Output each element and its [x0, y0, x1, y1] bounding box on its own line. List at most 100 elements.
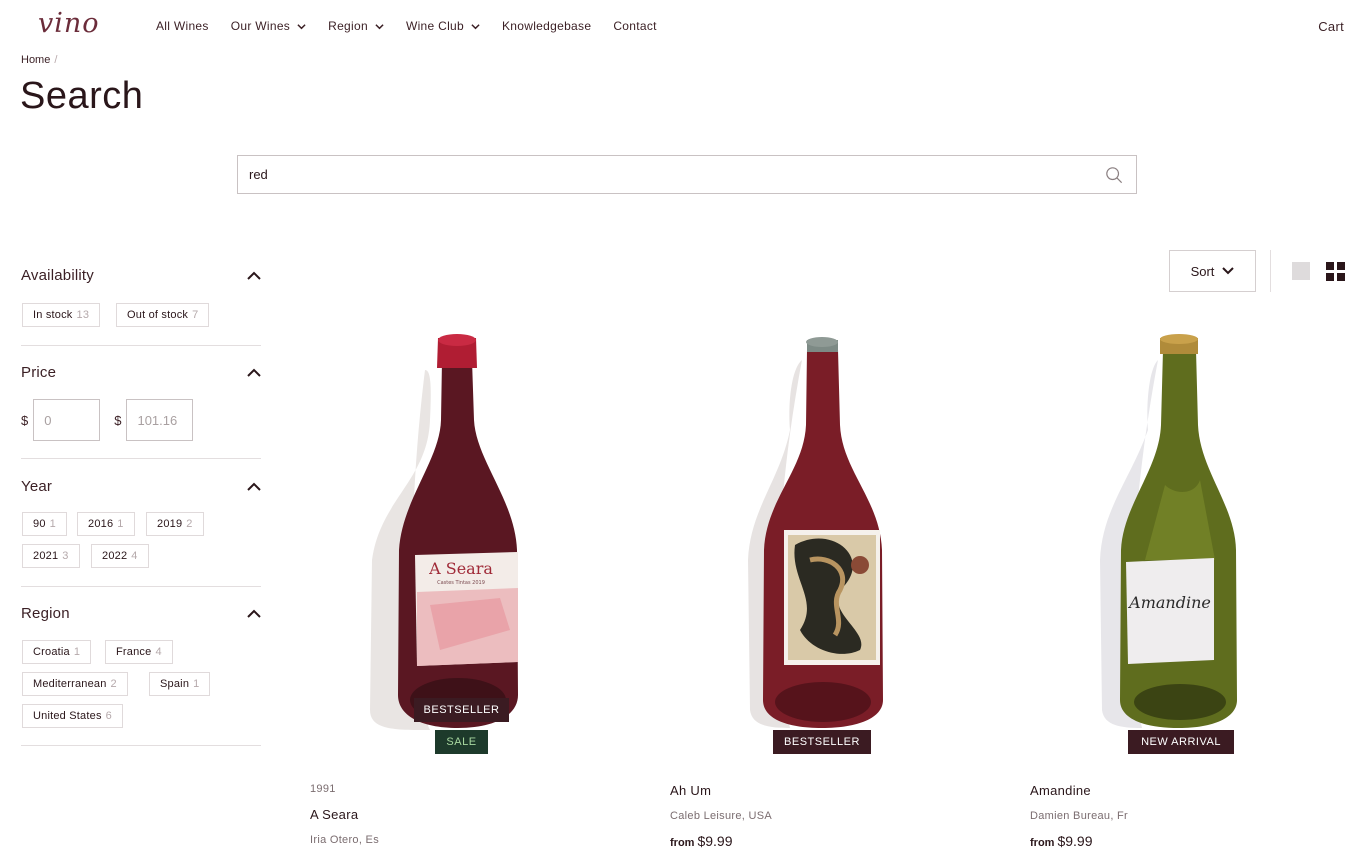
- grid-view-icon[interactable]: [1326, 262, 1345, 281]
- chip-label: 2022: [102, 550, 128, 562]
- search-input[interactable]: [238, 156, 1078, 193]
- filter-chip-out-of-stock[interactable]: Out of stock 7: [116, 303, 210, 327]
- nav-label: Contact: [613, 19, 657, 33]
- filter-chip-year[interactable]: 2016 1: [77, 512, 135, 536]
- filter-title: Year: [21, 478, 53, 495]
- product-image-ah-um[interactable]: [670, 330, 1000, 730]
- chip-label: In stock: [33, 309, 73, 321]
- filter-chip-region[interactable]: Mediterranean 2: [22, 672, 128, 696]
- chip-count: 1: [49, 518, 56, 530]
- chip-count: 1: [117, 518, 124, 530]
- chevron-down-icon: [471, 23, 480, 29]
- chevron-down-icon: [375, 23, 384, 29]
- chip-count: 6: [105, 710, 112, 722]
- chevron-up-icon[interactable]: [247, 482, 261, 491]
- chip-label: 2019: [157, 518, 183, 530]
- price-min-input[interactable]: [33, 399, 101, 441]
- product-price: from $9.99: [670, 833, 733, 849]
- chip-label: 2016: [88, 518, 114, 530]
- badge-bestseller: BESTSELLER: [414, 698, 509, 722]
- sort-button[interactable]: Sort: [1169, 250, 1256, 292]
- filter-chip-year[interactable]: 2021 3: [22, 544, 80, 568]
- sort-label: Sort: [1190, 263, 1215, 279]
- chip-count: 3: [62, 550, 69, 562]
- site-header: vino All Wines Our Wines Region Wine Clu…: [0, 0, 1363, 54]
- main-nav: All Wines Our Wines Region Wine Club Kno…: [156, 19, 679, 33]
- filter-chip-region[interactable]: France 4: [105, 640, 173, 664]
- product-image-a-seara[interactable]: A Seara Castes Tintas 2019: [310, 330, 640, 730]
- chip-count: 1: [73, 646, 81, 658]
- nav-label: Wine Club: [405, 19, 464, 33]
- price-max-input[interactable]: [126, 399, 194, 441]
- product-producer: Caleb Leisure, USA: [670, 810, 773, 822]
- price-value: $9.99: [697, 833, 733, 849]
- filter-chip-region[interactable]: United States 6: [22, 704, 123, 728]
- product-card[interactable]: A Seara Castes Tintas 2019 BESTSELLER SA…: [310, 330, 640, 858]
- chip-label: 2021: [33, 550, 59, 562]
- chip-label: France: [116, 646, 152, 658]
- product-producer: Iria Otero, Es: [310, 834, 379, 846]
- filter-chip-year[interactable]: 2022 4: [91, 544, 149, 568]
- chevron-down-icon: [297, 23, 306, 29]
- chip-label: Mediterranean: [33, 678, 107, 690]
- product-image-amandine[interactable]: Amandine: [1030, 330, 1360, 730]
- toolbar-divider: [1270, 250, 1271, 292]
- product-card[interactable]: BESTSELLER Ah Um Caleb Leisure, USA from…: [670, 330, 1000, 858]
- breadcrumb-separator: /: [54, 54, 58, 66]
- filter-chip-year[interactable]: 90 1: [22, 512, 67, 536]
- nav-item-our-wines[interactable]: Our Wines: [231, 19, 306, 33]
- product-name[interactable]: A Seara: [310, 807, 358, 822]
- chip-count: 4: [131, 550, 138, 562]
- chevron-up-icon[interactable]: [247, 271, 261, 280]
- nav-item-all-wines[interactable]: All Wines: [156, 19, 209, 33]
- price-value: $9.99: [1057, 833, 1093, 849]
- currency-symbol: $: [21, 412, 29, 428]
- filter-year: Year 90 1 2016 1 2019 2 2021 3 2022 4: [21, 459, 261, 587]
- site-logo[interactable]: vino: [38, 8, 100, 39]
- product-name[interactable]: Ah Um: [670, 783, 711, 798]
- chevron-up-icon[interactable]: [247, 368, 261, 377]
- nav-item-region[interactable]: Region: [328, 19, 384, 33]
- product-producer: Damien Bureau, Fr: [1030, 810, 1129, 822]
- search-icon[interactable]: [1105, 166, 1123, 184]
- product-card[interactable]: Amandine NEW ARRIVAL Amandine Damien Bur…: [1030, 330, 1360, 858]
- chip-count: 1: [193, 678, 200, 690]
- single-view-icon[interactable]: [1292, 262, 1310, 280]
- chevron-down-icon: [1222, 267, 1235, 275]
- breadcrumb-home[interactable]: Home: [21, 54, 50, 66]
- nav-item-contact[interactable]: Contact: [613, 19, 656, 33]
- page-title: Search: [20, 75, 144, 117]
- nav-item-wine-club[interactable]: Wine Club: [406, 19, 480, 33]
- price-range: $ $: [21, 399, 207, 441]
- badge-sale: SALE: [435, 730, 488, 754]
- filter-chip-region[interactable]: Croatia 1: [22, 640, 92, 664]
- nav-label: Our Wines: [230, 19, 291, 33]
- filter-header[interactable]: Region: [21, 605, 261, 622]
- nav-label: Region: [328, 19, 368, 33]
- chip-label: United States: [33, 710, 102, 722]
- nav-item-knowledgebase[interactable]: Knowledgebase: [502, 19, 591, 33]
- search-box: [237, 155, 1137, 194]
- filter-title: Region: [21, 605, 70, 622]
- filter-availability: Availability In stock 13 Out of stock 7: [21, 250, 261, 346]
- chip-count: 2: [186, 518, 193, 530]
- cart-link[interactable]: Cart: [1318, 19, 1344, 34]
- filter-chip-region[interactable]: Spain 1: [149, 672, 211, 696]
- filter-title: Price: [21, 364, 57, 381]
- filter-price: Price $ $: [21, 346, 261, 459]
- nav-label: Knowledgebase: [502, 19, 592, 33]
- chevron-up-icon[interactable]: [247, 609, 261, 618]
- nav-label: All Wines: [156, 19, 209, 33]
- chip-label: Croatia: [33, 646, 70, 658]
- filter-header[interactable]: Availability: [21, 267, 261, 284]
- filter-region: Region Croatia 1 France 4 Mediterranean 2 S…: [21, 587, 261, 746]
- filter-header[interactable]: Year: [21, 478, 261, 495]
- bottle-label-title: A Seara: [428, 559, 493, 578]
- product-name[interactable]: Amandine: [1030, 783, 1091, 798]
- filter-chip-year[interactable]: 2019 2: [146, 512, 204, 536]
- chip-count: 2: [110, 678, 117, 690]
- badge-bestseller: BESTSELLER: [773, 730, 871, 754]
- filter-header[interactable]: Price: [21, 364, 261, 381]
- bottle-label-title: Amandine: [1127, 593, 1211, 612]
- filter-chip-in-stock[interactable]: In stock 13: [22, 303, 101, 327]
